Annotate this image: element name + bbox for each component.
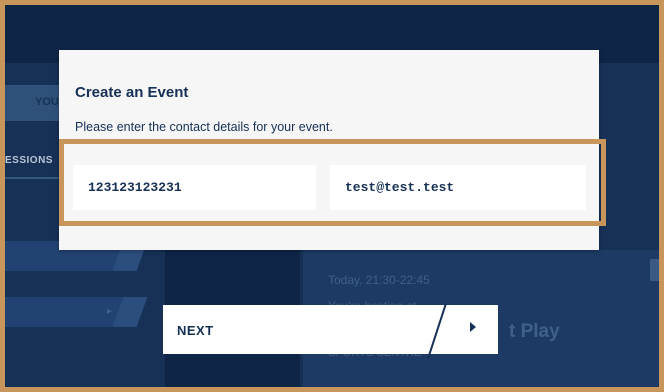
background-scroll-edge xyxy=(650,259,659,281)
next-button[interactable]: NEXT xyxy=(163,305,498,354)
modal-subtitle: Please enter the contact details for you… xyxy=(75,120,333,134)
chevron-right-icon xyxy=(470,322,476,332)
next-button-label: NEXT xyxy=(177,323,214,338)
email-field[interactable] xyxy=(330,165,586,210)
background-row-arrow-icon: ▸ xyxy=(107,306,113,317)
modal-title: Create an Event xyxy=(75,84,189,101)
phone-field[interactable] xyxy=(73,165,316,210)
background-event-title: t Play xyxy=(509,321,560,342)
background-event-time: Today, 21:30-22:45 xyxy=(328,273,430,287)
background-tab-label: YOU xyxy=(35,96,59,108)
background-sessions-label: ESSIONS xyxy=(5,155,53,166)
